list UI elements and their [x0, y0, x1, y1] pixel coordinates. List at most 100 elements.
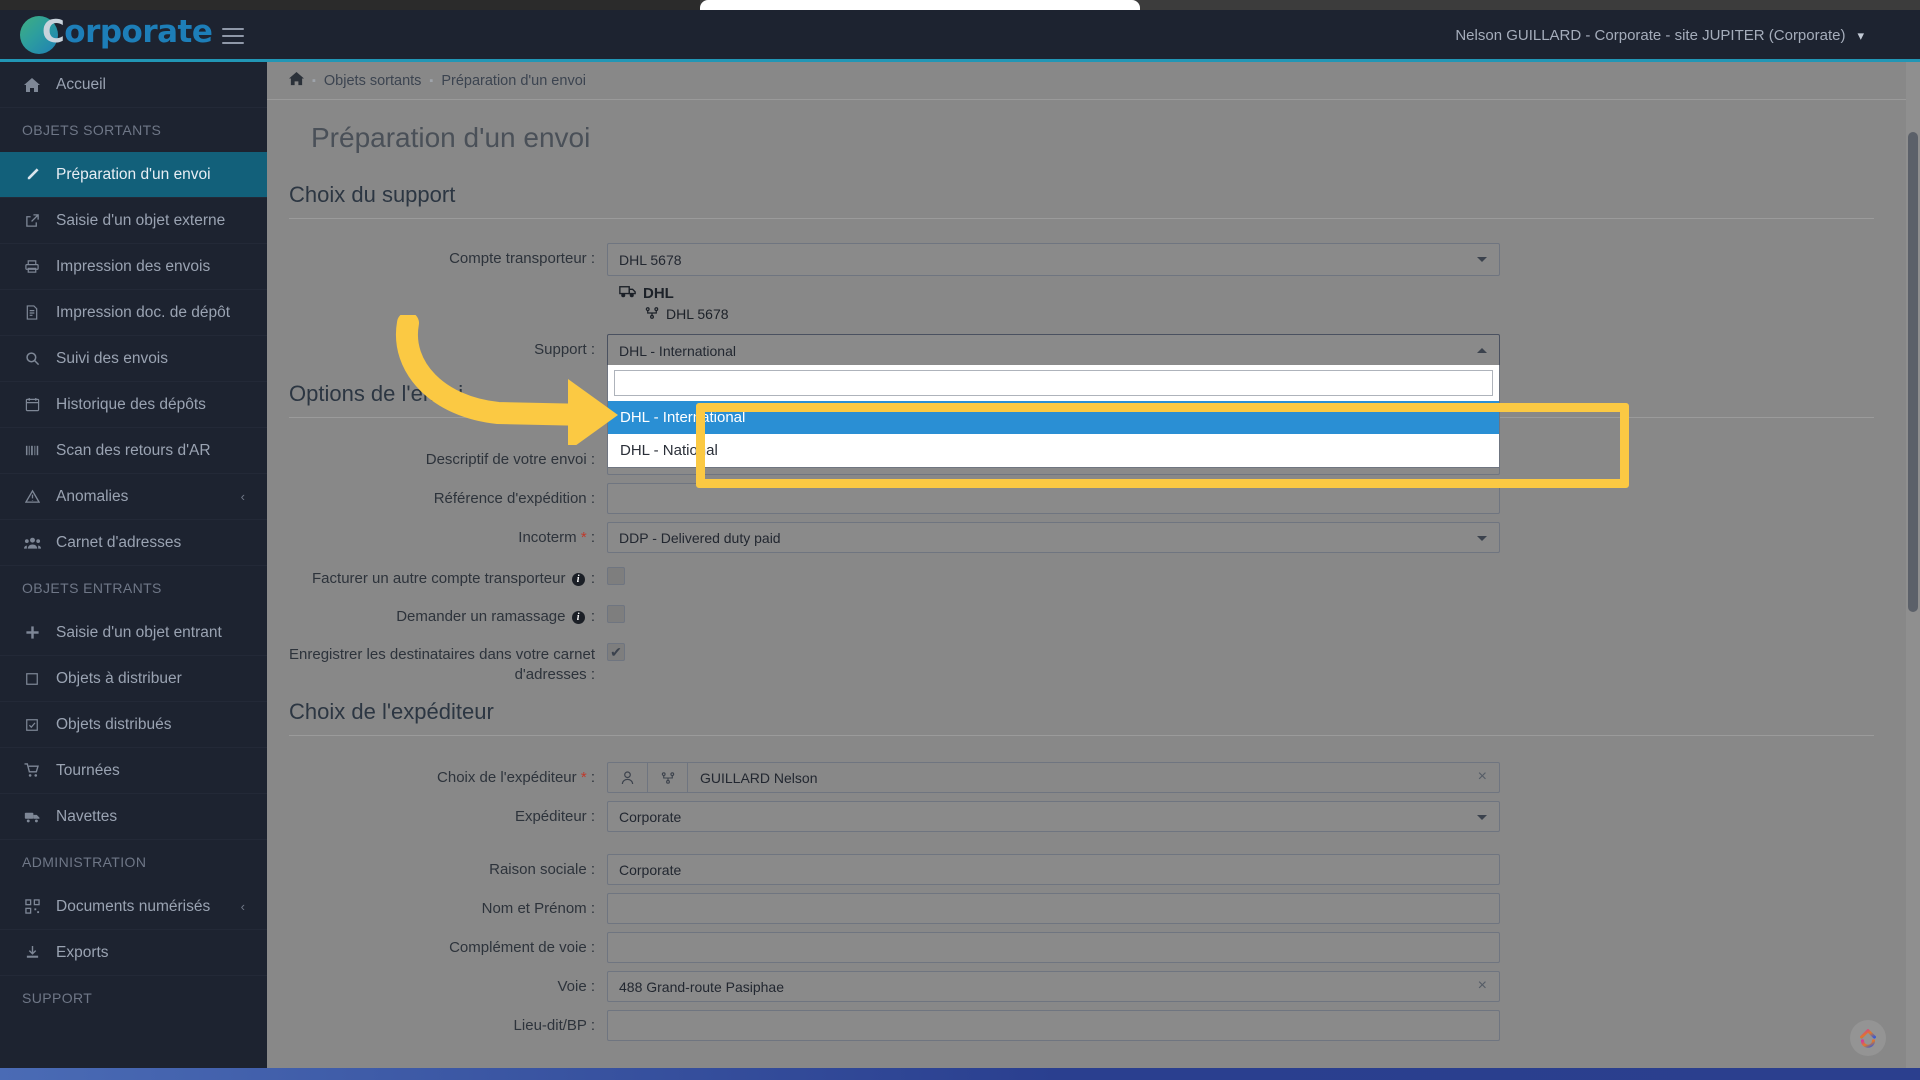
- home-icon[interactable]: [289, 71, 304, 90]
- sidebar-item-accueil[interactable]: Accueil: [0, 62, 267, 108]
- sender-field-input-4[interactable]: [607, 1010, 1500, 1041]
- brand-logo[interactable]: Corporate: [20, 14, 213, 54]
- sidebar-item-objets-distribu-s[interactable]: Objets distribués: [0, 702, 267, 748]
- search-icon: [22, 351, 42, 366]
- carrier-account-row: DHL 5678: [619, 306, 1920, 322]
- sidebar-item-label: Anomalies: [56, 487, 129, 505]
- sidebar-item-label: Suivi des envois: [56, 349, 169, 367]
- sidebar-item-navettes[interactable]: Navettes: [0, 794, 267, 840]
- label-sender-field-1: Nom et Prénom :: [481, 900, 595, 917]
- choix-expediteur-combo[interactable]: GUILLARD Nelson ×: [607, 762, 1500, 793]
- sidebar-heading-objets-entrants: OBJETS ENTRANTS: [22, 580, 162, 596]
- label-demander-ramassage: Demander un ramassage i :: [396, 608, 595, 625]
- external-link-icon: [22, 213, 42, 228]
- breadcrumb-separator-2: ▪: [429, 74, 434, 87]
- sidebar-item-saisie-d-un-objet-externe[interactable]: Saisie d'un objet externe: [0, 198, 267, 244]
- browser-tab[interactable]: [700, 0, 1140, 10]
- person-icon[interactable]: [608, 763, 648, 792]
- support-dropdown-search-input[interactable]: [614, 370, 1493, 396]
- users-icon: [22, 536, 42, 550]
- label-incoterm-text: Incoterm: [518, 529, 577, 546]
- qrcode-icon: [22, 899, 42, 914]
- sidebar-item-suivi-des-envois[interactable]: Suivi des envois: [0, 336, 267, 382]
- chevron-down-icon: [1477, 815, 1487, 820]
- sidebar-item-exports[interactable]: Exports: [0, 930, 267, 976]
- warning-triangle-icon: [22, 489, 42, 504]
- vertical-scrollbar-thumb[interactable]: [1908, 132, 1918, 612]
- network-icon[interactable]: [648, 763, 688, 792]
- square-icon: [22, 672, 42, 686]
- check-glyph: ✔: [610, 643, 622, 660]
- label-sender-field-3: Voie :: [557, 978, 595, 995]
- cart-icon: [22, 763, 42, 778]
- row-support: Support : DHL - International DHL - Inte…: [267, 334, 1920, 468]
- brand-name: Corporate: [42, 14, 213, 50]
- breadcrumb-item-1[interactable]: Préparation d'un envoi: [441, 73, 586, 89]
- vertical-scrollbar-track[interactable]: [1906, 62, 1920, 1070]
- dropdown-option-dhl-national[interactable]: DHL - National: [608, 434, 1499, 467]
- sidebar-item-label: Historique des dépôts: [56, 395, 206, 413]
- sender-field-input-1[interactable]: [607, 893, 1500, 924]
- label-enregistrer-destinataires: Enregistrer les destinataires dans votre…: [289, 646, 595, 683]
- chevron-left-icon: ‹: [240, 899, 245, 914]
- breadcrumb-item-0[interactable]: Objets sortants: [324, 73, 422, 89]
- sidebar-item-objets-distribuer[interactable]: Objets à distribuer: [0, 656, 267, 702]
- sender-field-input-2[interactable]: [607, 932, 1500, 963]
- page-title: Préparation d'un envoi: [311, 122, 591, 153]
- home-icon: [22, 77, 42, 93]
- label-sender-field-4: Lieu-dit/BP :: [513, 1017, 595, 1034]
- sidebar-item-carnet-d-adresses[interactable]: Carnet d'adresses: [0, 520, 267, 566]
- close-icon[interactable]: ×: [1478, 768, 1487, 786]
- hamburger-icon[interactable]: [222, 28, 244, 46]
- sidebar-item-documents-num-ris-s[interactable]: Documents numérisés ‹: [0, 884, 267, 930]
- sidebar-item-impression-des-envois[interactable]: Impression des envois: [0, 244, 267, 290]
- sidebar-item-historique-des-d-p-ts[interactable]: Historique des dépôts: [0, 382, 267, 428]
- sidebar-item-label: Objets à distribuer: [56, 669, 182, 687]
- reference-input[interactable]: [607, 483, 1500, 514]
- info-icon[interactable]: i: [571, 573, 585, 586]
- sender-field-input-3[interactable]: 488 Grand-route Pasiphae ×: [607, 971, 1500, 1002]
- label-sender-field-2: Complément de voie :: [449, 939, 595, 956]
- sidebar-item-label: Carnet d'adresses: [56, 533, 182, 551]
- sidebar-item-saisie-d-un-objet-entrant[interactable]: Saisie d'un objet entrant: [0, 610, 267, 656]
- sidebar-item-pr-paration-d-un-envoi[interactable]: Préparation d'un envoi: [0, 152, 267, 198]
- chevron-left-icon: ‹: [240, 489, 245, 504]
- incoterm-select[interactable]: DDP - Delivered duty paid: [607, 522, 1500, 553]
- choix-expediteur-value: GUILLARD Nelson: [700, 769, 818, 786]
- sidebar[interactable]: Accueil OBJETS SORTANTS Préparation d'un …: [0, 62, 267, 1070]
- row-facturer-autre-compte: Facturer un autre compte transporteur i …: [267, 563, 1920, 589]
- user-menu[interactable]: Nelson GUILLARD - Corporate - site JUPIT…: [1455, 27, 1864, 44]
- sidebar-item-tourn-es[interactable]: Tournées: [0, 748, 267, 794]
- facturer-autre-compte-checkbox[interactable]: [607, 567, 625, 585]
- sidebar-item-anomalies[interactable]: Anomalies ‹: [0, 474, 267, 520]
- demander-ramassage-checkbox[interactable]: [607, 605, 625, 623]
- row-choix-expediteur: Choix de l'expéditeur * : GUILLARD Nelso…: [267, 762, 1920, 793]
- row-compl-ment-de-voie: Complément de voie :: [267, 932, 1920, 963]
- support-dropdown-panel[interactable]: DHL - International DHL - National: [607, 365, 1500, 468]
- brand-text-rest: orporate: [64, 14, 213, 50]
- label-reference: Référence d'expédition :: [433, 490, 595, 507]
- sidebar-heading-support: SUPPORT: [22, 990, 93, 1006]
- row-reference: Référence d'expédition :: [267, 483, 1920, 514]
- sender-field-input-0[interactable]: Corporate: [607, 854, 1500, 885]
- expediteur-select[interactable]: Corporate: [607, 801, 1500, 832]
- required-star: *: [580, 529, 587, 546]
- enregistrer-destinataires-checkbox[interactable]: ✔: [607, 643, 625, 661]
- plus-icon: [22, 625, 42, 640]
- info-icon[interactable]: i: [571, 611, 585, 624]
- label-descriptif: Descriptif de votre envoi :: [425, 451, 595, 468]
- sender-field-value-0: Corporate: [619, 861, 682, 878]
- compte-transporteur-select[interactable]: DHL 5678: [607, 243, 1500, 276]
- label-incoterm: Incoterm * :: [518, 529, 595, 546]
- support-select[interactable]: DHL - International: [607, 334, 1500, 367]
- row-enregistrer-destinataires: Enregistrer les destinataires dans votre…: [267, 639, 1920, 685]
- dropdown-option-dhl-international[interactable]: DHL - International: [608, 401, 1499, 434]
- sidebar-item-impression-doc-de-d-p-t[interactable]: Impression doc. de dépôt: [0, 290, 267, 336]
- close-icon[interactable]: ×: [1478, 977, 1487, 995]
- label-facturer-autre-compte: Facturer un autre compte transporteur i …: [312, 570, 595, 587]
- sidebar-item-label: Scan des retours d'AR: [56, 441, 211, 459]
- sidebar-item-scan-des-retours-d-ar[interactable]: Scan des retours d'AR: [0, 428, 267, 474]
- section-title-support: Choix du support: [289, 182, 1874, 219]
- row-expediteur: Expéditeur : Corporate: [267, 801, 1920, 832]
- chat-widget-button[interactable]: [1850, 1020, 1886, 1056]
